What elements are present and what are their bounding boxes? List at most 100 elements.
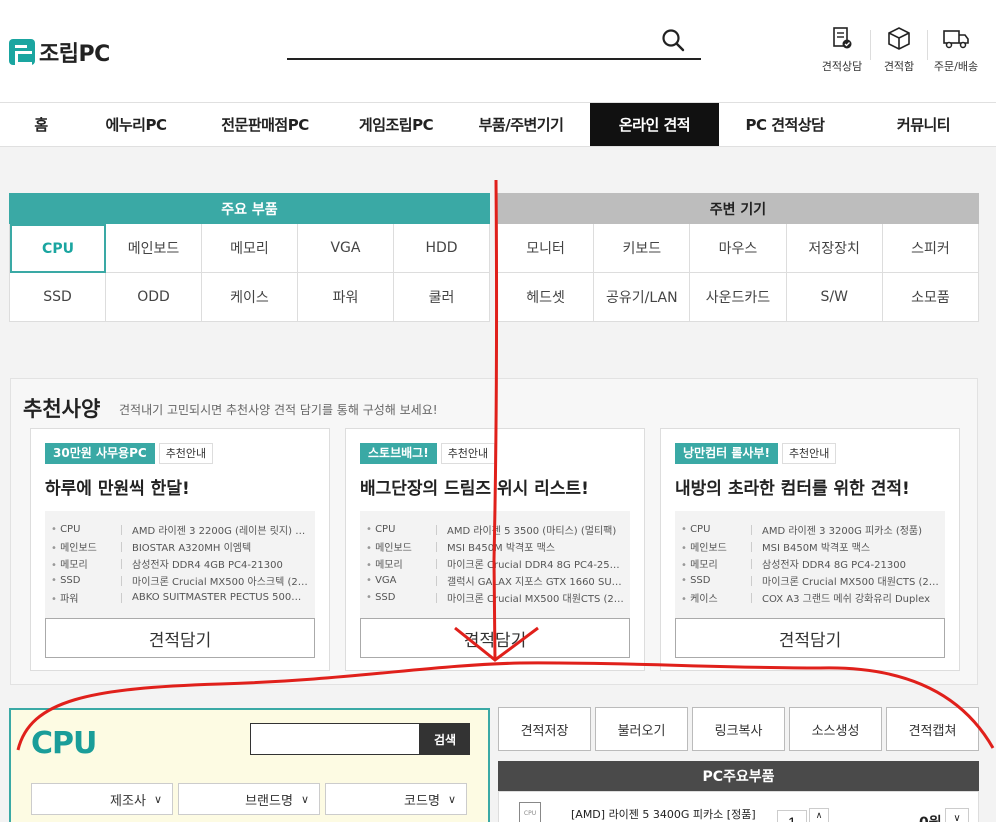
nav-pc-consult[interactable]: PC 견적상담 — [719, 103, 851, 146]
peripheral-storage[interactable]: 저장장치 — [786, 224, 883, 273]
spec-row: 메인보드 MSI B450M 박격포 맥스 — [366, 538, 624, 555]
order-delivery-button[interactable]: 주문/배송 — [928, 26, 984, 74]
save-estimate-button[interactable]: 견적저장 — [498, 707, 591, 751]
estimate-toolbar: 견적저장 불러오기 링크복사 소스생성 견적캡쳐 — [498, 707, 979, 751]
recommend-card: 스토브배그! 추천안내 배그단장의 드림즈 위시 리스트! CPU AMD 라이젠… — [345, 428, 645, 671]
spec-row: 메모리 삼성전자 DDR4 8G PC4-21300 — [681, 555, 939, 572]
part-memory[interactable]: 메모리 — [202, 224, 298, 273]
recommend-heading[interactable]: 배그단장의 드림즈 위시 리스트! — [360, 474, 589, 499]
peripheral-headset[interactable]: 헤드셋 — [498, 273, 595, 322]
estimate-box-button[interactable]: 견적함 — [871, 26, 927, 74]
spec-value: 삼성전자 DDR4 4GB PC4-21300 — [132, 560, 283, 571]
spec-value: AMD 라이젠 3 3200G 피카소 (정품) — [762, 526, 923, 537]
chevron-down-icon: ∨ — [153, 792, 162, 806]
recommend-title: 추천사양 — [23, 397, 101, 421]
spec-key: SSD — [51, 575, 121, 586]
nav-shop-pc[interactable]: 전문판매점PC — [190, 103, 340, 146]
filter-label: 코드명 — [404, 793, 440, 809]
recommend-card: 30만원 사무용PC 추천안내 하루에 만원씩 한달! CPU AMD 라이젠 3… — [30, 428, 330, 671]
pc-parts-header: PC주요부품 — [498, 761, 979, 791]
spec-value: MSI B450M 박격포 맥스 — [762, 543, 871, 554]
part-vga[interactable]: VGA — [298, 224, 394, 273]
spec-row: 메모리 마이크론 Crucial DDR4 8G PC4-25600 C... — [366, 555, 624, 572]
add-estimate-button[interactable]: 견적담기 — [360, 618, 630, 658]
recommend-heading[interactable]: 하루에 만원씩 한달! — [45, 474, 190, 499]
estimate-consult-button[interactable]: 견적상담 — [814, 26, 870, 74]
part-cpu[interactable]: CPU — [10, 224, 106, 273]
spec-list: CPU AMD 라이젠 3 3200G 피카소 (정품) 메인보드 MSI B450… — [675, 511, 945, 619]
load-estimate-button[interactable]: 불러오기 — [595, 707, 688, 751]
filter-manufacturer[interactable]: 제조사 ∨ — [31, 783, 173, 815]
spec-key: 메인보드 — [366, 539, 436, 554]
capture-estimate-button[interactable]: 견적캡쳐 — [886, 707, 979, 751]
spec-row: 케이스 COX A3 그랜드 메쉬 강화유리 Duplex — [681, 589, 939, 606]
search-underline — [287, 58, 701, 60]
peripheral-mouse[interactable]: 마우스 — [690, 224, 787, 273]
add-estimate-button[interactable]: 견적담기 — [45, 618, 315, 658]
peripheral-software[interactable]: S/W — [786, 273, 883, 322]
spec-row: SSD 마이크론 Crucial MX500 대원CTS (250GB) — [681, 572, 939, 589]
chevron-up-icon[interactable]: ∧ — [809, 808, 829, 822]
pc-part-name[interactable]: [AMD] 라이젠 5 3400G 피카소 [정품] — [571, 806, 756, 822]
search-icon[interactable] — [661, 28, 687, 54]
part-ssd[interactable]: SSD — [10, 273, 106, 322]
spec-row: 파워 ABKO SUITMASTER PECTUS 500W Active... — [51, 589, 309, 606]
peripheral-consumables[interactable]: 소모품 — [882, 273, 979, 322]
peripheral-speaker[interactable]: 스피커 — [882, 224, 979, 273]
spec-key: CPU — [681, 524, 751, 535]
part-case[interactable]: 케이스 — [202, 273, 298, 322]
part-hdd[interactable]: HDD — [394, 224, 490, 273]
part-power[interactable]: 파워 — [298, 273, 394, 322]
nav-home[interactable]: 홈 — [0, 103, 82, 146]
cpu-panel-title: CPU — [31, 726, 97, 761]
peripheral-soundcard[interactable]: 사운드카드 — [690, 273, 787, 322]
nav-online-estimate[interactable]: 온라인 견적 — [590, 103, 719, 146]
recommend-badge: 스토브배그! — [360, 443, 437, 464]
spec-value: COX A3 그랜드 메쉬 강화유리 Duplex — [762, 594, 931, 605]
chevron-down-icon[interactable]: ∨ — [945, 808, 969, 822]
recommend-badge: 30만원 사무용PC — [45, 443, 155, 464]
recommend-info-tag[interactable]: 추천안내 — [781, 443, 837, 464]
spec-row: 메인보드 MSI B450M 박격포 맥스 — [681, 538, 939, 555]
cpu-search-input[interactable] — [250, 723, 420, 755]
estimate-box-label: 견적함 — [883, 60, 915, 73]
cpu-search-button[interactable]: 검색 — [420, 723, 470, 755]
spec-row: 메모리 삼성전자 DDR4 4GB PC4-21300 — [51, 555, 309, 572]
copy-link-button[interactable]: 링크복사 — [692, 707, 785, 751]
filter-codename[interactable]: 코드명 ∨ — [325, 783, 467, 815]
spec-key: CPU — [366, 524, 436, 535]
spec-list: CPU AMD 라이젠 3 2200G (레이븐 릿지) (정... 메인보드 BI… — [45, 511, 315, 619]
search-input[interactable] — [290, 30, 650, 56]
order-delivery-label: 주문/배송 — [933, 60, 979, 73]
spec-value: AMD 라이젠 3 2200G (레이븐 릿지) (정... — [132, 526, 309, 537]
recommend-heading[interactable]: 내방의 초라한 컴터를 위한 견적! — [675, 474, 910, 499]
spec-key: 메모리 — [51, 556, 121, 571]
spec-key: CPU — [51, 524, 121, 535]
peripheral-monitor[interactable]: 모니터 — [498, 224, 595, 273]
logo-icon — [9, 39, 35, 65]
filter-brand[interactable]: 브랜드명 ∨ — [178, 783, 320, 815]
peripheral-keyboard[interactable]: 키보드 — [594, 224, 691, 273]
nav-enuri-pc[interactable]: 에누리PC — [82, 103, 190, 146]
part-cooler[interactable]: 쿨러 — [394, 273, 490, 322]
quantity-input[interactable] — [777, 810, 807, 822]
spec-key: 케이스 — [681, 590, 751, 605]
chevron-down-icon: ∨ — [447, 792, 456, 806]
recommend-info-tag[interactable]: 추천안내 — [440, 443, 496, 464]
peripheral-router[interactable]: 공유기/LAN — [594, 273, 691, 322]
recommend-info-tag[interactable]: 추천안내 — [158, 443, 214, 464]
spec-value: 마이크론 Crucial MX500 아스크텍 (250GB) — [132, 577, 309, 588]
add-estimate-button[interactable]: 견적담기 — [675, 618, 945, 658]
filter-row: 제조사 ∨ 브랜드명 ∨ 코드명 ∨ — [31, 783, 472, 815]
spec-key: 메인보드 — [681, 539, 751, 554]
site-logo[interactable]: 조립PC — [9, 36, 110, 68]
generate-source-button[interactable]: 소스생성 — [789, 707, 882, 751]
nav-community[interactable]: 커뮤니티 — [851, 103, 996, 146]
nav-parts[interactable]: 부품/주변기기 — [452, 103, 590, 146]
part-mainboard[interactable]: 메인보드 — [106, 224, 202, 273]
part-odd[interactable]: ODD — [106, 273, 202, 322]
nav-game-pc[interactable]: 게임조립PC — [340, 103, 452, 146]
box-icon — [888, 27, 910, 50]
header-shortcuts: 견적상담 견적함 주문/배송 — [814, 26, 984, 74]
spec-key: SSD — [366, 592, 436, 603]
